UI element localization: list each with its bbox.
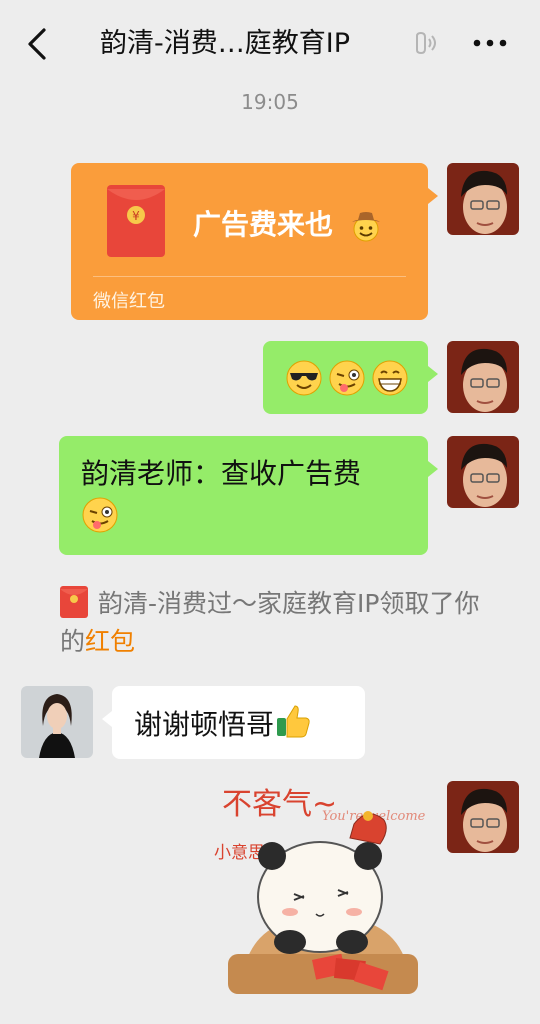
reply-message-bubble[interactable]: 谢谢顿悟哥: [112, 686, 365, 759]
svg-text:¥: ¥: [132, 209, 140, 223]
message-text: 谢谢顿悟哥: [134, 708, 275, 741]
man-avatar-icon: [447, 163, 519, 235]
chat-header: 韵清-消费…庭教育IP: [0, 0, 540, 86]
panda-sticker[interactable]: 不客气~ You're welcome 小意思: [208, 772, 432, 1004]
receiver-avatar[interactable]: [21, 686, 93, 758]
bubble-tail: [428, 366, 438, 382]
wink-tongue-emoji-icon: [329, 360, 365, 396]
red-packet-bubble[interactable]: ¥ 广告费来也 微信红包: [71, 163, 428, 320]
sender-avatar[interactable]: [447, 163, 519, 235]
man-avatar-icon: [447, 436, 519, 508]
man-avatar-icon: [447, 341, 519, 413]
cowboy-emoji-icon: [351, 212, 380, 242]
sunglasses-emoji-icon: [286, 360, 322, 396]
red-packet-icon: ¥: [107, 185, 165, 257]
earpiece-icon: [416, 31, 436, 55]
red-packet-message: 广告费来也: [193, 203, 383, 243]
man-avatar-icon: [447, 781, 519, 853]
text-message-bubble[interactable]: 韵清老师：查收广告费: [59, 436, 428, 555]
sender-avatar[interactable]: [447, 341, 519, 413]
system-notice: 韵清-消费过～家庭教育IP领取了你的红包: [60, 585, 490, 661]
chat-title[interactable]: 韵清-消费…庭教育IP: [100, 22, 390, 66]
message-text: 韵清老师：查收广告费: [81, 457, 362, 490]
bubble-tail: [428, 461, 438, 477]
wink-tongue-emoji-icon: [82, 497, 118, 533]
red-packet-footer: 微信红包: [93, 291, 165, 312]
grin-emoji-icon: [372, 360, 408, 396]
message-timestamp: 19:05: [241, 90, 299, 114]
bubble-tail: [102, 711, 112, 727]
sticker-caption: 不客气~: [222, 787, 337, 822]
emoji-message-bubble[interactable]: [263, 341, 428, 414]
sender-avatar[interactable]: [447, 436, 519, 508]
bubble-tail: [428, 188, 438, 204]
red-packet-link[interactable]: 红包: [85, 627, 135, 656]
more-dots-icon[interactable]: [472, 38, 508, 48]
red-packet-divider: [93, 276, 406, 277]
thumbs-up-emoji-icon: [277, 705, 310, 738]
panda-welcome-sticker-icon: 不客气~ You're welcome 小意思: [214, 787, 426, 994]
woman-avatar-icon: [21, 686, 93, 758]
red-packet-small-icon: [60, 586, 88, 618]
sticker-side-text: 小意思: [214, 843, 265, 863]
back-arrow-icon[interactable]: [22, 24, 52, 64]
sender-avatar[interactable]: [447, 781, 519, 853]
